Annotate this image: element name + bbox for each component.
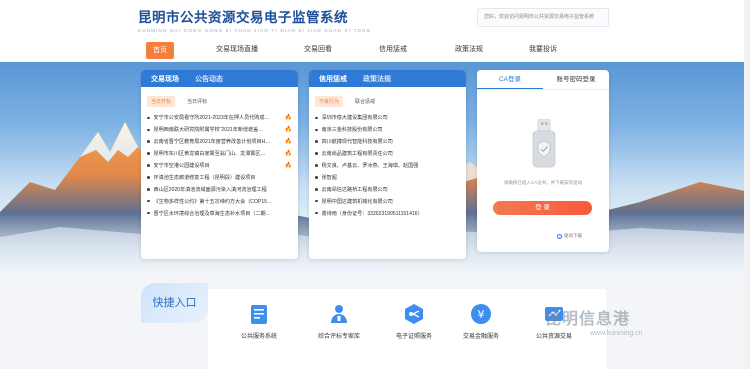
subtab-today-bid-eval[interactable]: 当日评标 [183, 96, 211, 107]
fire-icon: 🔥 [284, 151, 292, 158]
bullet-icon [315, 152, 318, 155]
fire-icon: 🔥 [284, 127, 292, 134]
bullet-icon [147, 176, 150, 179]
quick-expert-library-label: 综合评标专家库 [317, 334, 360, 340]
site-logo[interactable]: 昆明市公共资源交易电子监管系统 KUNMING SHI GONG GONG ZI… [138, 6, 371, 33]
fire-icon: 🔥 [284, 163, 292, 169]
fire-icon: 🔥 [284, 139, 292, 146]
fire-icon: 🔥 [284, 115, 292, 122]
list-item[interactable]: 安宁市公安局看守所2021-2023年在押人员代购成… 🔥 [147, 112, 292, 124]
login-tabs: CA登录 账号密码登录 [477, 70, 609, 90]
usb-key-icon [532, 119, 556, 168]
credit-panel-header: 信用惩戒 政策法规 [309, 70, 466, 87]
bullet-icon [315, 116, 318, 120]
quick-public-service[interactable]: 公共服务系统 [224, 303, 294, 340]
bullet-icon [147, 188, 150, 191]
list-item[interactable]: 云南尚品建筑工程有限责任公司 [315, 148, 460, 160]
subtab-joint-punishment[interactable]: 联合惩戒 [351, 96, 379, 107]
quick-trade-label: 公共资源交易 [535, 334, 572, 340]
list-item[interactable]: 昆明中国达建筑机械化有限公司 [315, 195, 460, 207]
quick-e-license[interactable]: 电子证照服务 [379, 303, 449, 340]
list-item[interactable]: 云南省晋宁区教育局2021年度营养改善计划项目H… 🔥 [147, 136, 292, 148]
login-button[interactable]: 登 录 [493, 201, 592, 215]
subtab-bad-behavior[interactable]: 不良行为 [315, 95, 344, 107]
nav-credit[interactable]: 信用惩戒 [379, 40, 407, 60]
list-item[interactable]: 张智超 [315, 171, 460, 183]
list-item[interactable]: 杨文良、卢基云、罗冰燕、王海琪、赵国强 [315, 160, 460, 172]
quick-trade[interactable]: 公共资源交易 [519, 303, 589, 340]
bullet-icon [315, 140, 318, 143]
quick-expert-library[interactable]: 综合评标专家库 [304, 303, 374, 340]
page-scrollbar[interactable] [744, 0, 750, 369]
bullet-icon [147, 164, 150, 167]
trade-sub-tabs: 当日开标 当日评标 [141, 93, 298, 109]
driver-download-label: 驱动下载 [564, 233, 582, 238]
credit-panel: 信用惩戒 政策法规 不良行为 联合惩戒 深圳市億大建设集团有限公司 南京三金科技… [309, 70, 466, 259]
svg-text:¥: ¥ [478, 308, 485, 321]
bullet-icon [147, 116, 150, 120]
list-item[interactable]: 谢诗雨（身份证号：332623199511151416） [315, 207, 460, 219]
nav-complaint[interactable]: 我要投诉 [529, 40, 557, 60]
list-item[interactable]: 四川航搏现代智能科技有限公司 [315, 136, 460, 148]
list-item[interactable]: 安宁市空港公园建设项目 🔥 [147, 160, 292, 172]
quick-public-service-label: 公共服务系统 [240, 334, 277, 340]
quick-e-license-label: 电子证照服务 [395, 334, 432, 340]
list-item[interactable]: 西山区2020年滇池流域面源污染入滇河流治理工程 [147, 183, 292, 195]
subtab-today-bid-open[interactable]: 当日开标 [147, 95, 176, 107]
nav-replay[interactable]: 交易回看 [304, 40, 332, 60]
license-icon [405, 304, 423, 324]
list-item[interactable]: 深圳市億大建设集团有限公司 [315, 112, 460, 124]
ca-hint: 请确保已插入CA证书，并下载安装驱动 [503, 180, 583, 185]
site-title: 昆明市公共资源交易电子监管系统 [138, 10, 348, 25]
list-item[interactable]: 云南昂信达路桥工程有限公司 [315, 183, 460, 195]
list-item[interactable]: 昆明西南联大研究院附属学校“2021年新增遮盖… 🔥 [147, 124, 292, 136]
welcome-message: 您好，欢迎访问昆明市公共资源交易电子监管系统 [477, 8, 609, 27]
tab-password-login[interactable]: 账号密码登录 [543, 70, 609, 89]
quick-finance[interactable]: ¥ 交易金融服务 [446, 303, 516, 340]
list-item[interactable]: 昆明市东川区黄龙镇白家箐至翁门山、龙潭箐区… 🔥 [147, 148, 292, 160]
quick-finance-label: 交易金融服务 [462, 334, 499, 340]
tab-trade-site[interactable]: 交易现场 [151, 74, 179, 84]
header: 昆明市公共资源交易电子监管系统 KUNMING SHI GONG GONG ZI… [0, 0, 750, 62]
bullet-icon [147, 152, 150, 155]
bullet-icon [147, 140, 150, 143]
bullet-icon [147, 211, 150, 215]
list-item[interactable]: 《生物多样性公约》第十五次缔约方大会（COP15… [147, 195, 292, 207]
trade-list: 安宁市公安局看守所2021-2023年在押人员代购成… 🔥 昆明西南联大研究院附属… [141, 109, 298, 219]
tab-announcements[interactable]: 公告动态 [195, 74, 223, 84]
trade-news-panel: 交易现场 公告动态 当日开标 当日评标 安宁市公安局看守所2021-2023年在… [141, 70, 298, 259]
list-item[interactable]: 环滇池生态廊道修复工程（昆明段）建设项目 [147, 171, 292, 183]
nav-home[interactable]: 首页 [146, 42, 174, 59]
driver-download-link[interactable]: ↓ 驱动下载 [557, 233, 582, 239]
bullet-icon [315, 199, 318, 203]
bullet-icon [315, 188, 318, 191]
credit-sub-tabs: 不良行为 联合惩戒 [309, 93, 466, 109]
tab-ca-login[interactable]: CA登录 [477, 70, 543, 89]
download-icon: ↓ [557, 233, 562, 239]
quick-entry-title: 快捷入口 [141, 283, 208, 323]
bullet-icon [315, 176, 318, 179]
bullet-icon [147, 199, 150, 203]
credit-list: 深圳市億大建设集团有限公司 南京三金科技股份有限公司 四川航搏现代智能科技有限公… [309, 109, 466, 219]
login-panel: CA登录 账号密码登录 请确保已插入CA证书，并下载安装驱动 登 录 ↓ 驱动下… [477, 70, 609, 252]
bullet-icon [147, 128, 150, 132]
list-item[interactable]: 晋宁区水环境综合治理及草海生态补水项目（二期… [147, 207, 292, 219]
trade-panel-header: 交易现场 公告动态 [141, 70, 298, 87]
nav-policy[interactable]: 政策法规 [455, 40, 483, 60]
bullet-icon [315, 164, 318, 167]
tab-policy[interactable]: 政策法规 [363, 74, 391, 84]
finance-icon: ¥ [471, 304, 491, 324]
service-icon [251, 305, 267, 324]
list-item[interactable]: 南京三金科技股份有限公司 [315, 124, 460, 136]
tab-credit[interactable]: 信用惩戒 [319, 74, 347, 84]
trade-icon [545, 307, 563, 321]
expert-icon [331, 305, 347, 323]
bullet-icon [315, 128, 318, 132]
site-subtitle: KUNMING SHI GONG GONG ZI YUAN JIAO YI DI… [138, 28, 372, 33]
nav-live[interactable]: 交易现场直播 [216, 40, 258, 60]
bullet-icon [315, 211, 318, 215]
